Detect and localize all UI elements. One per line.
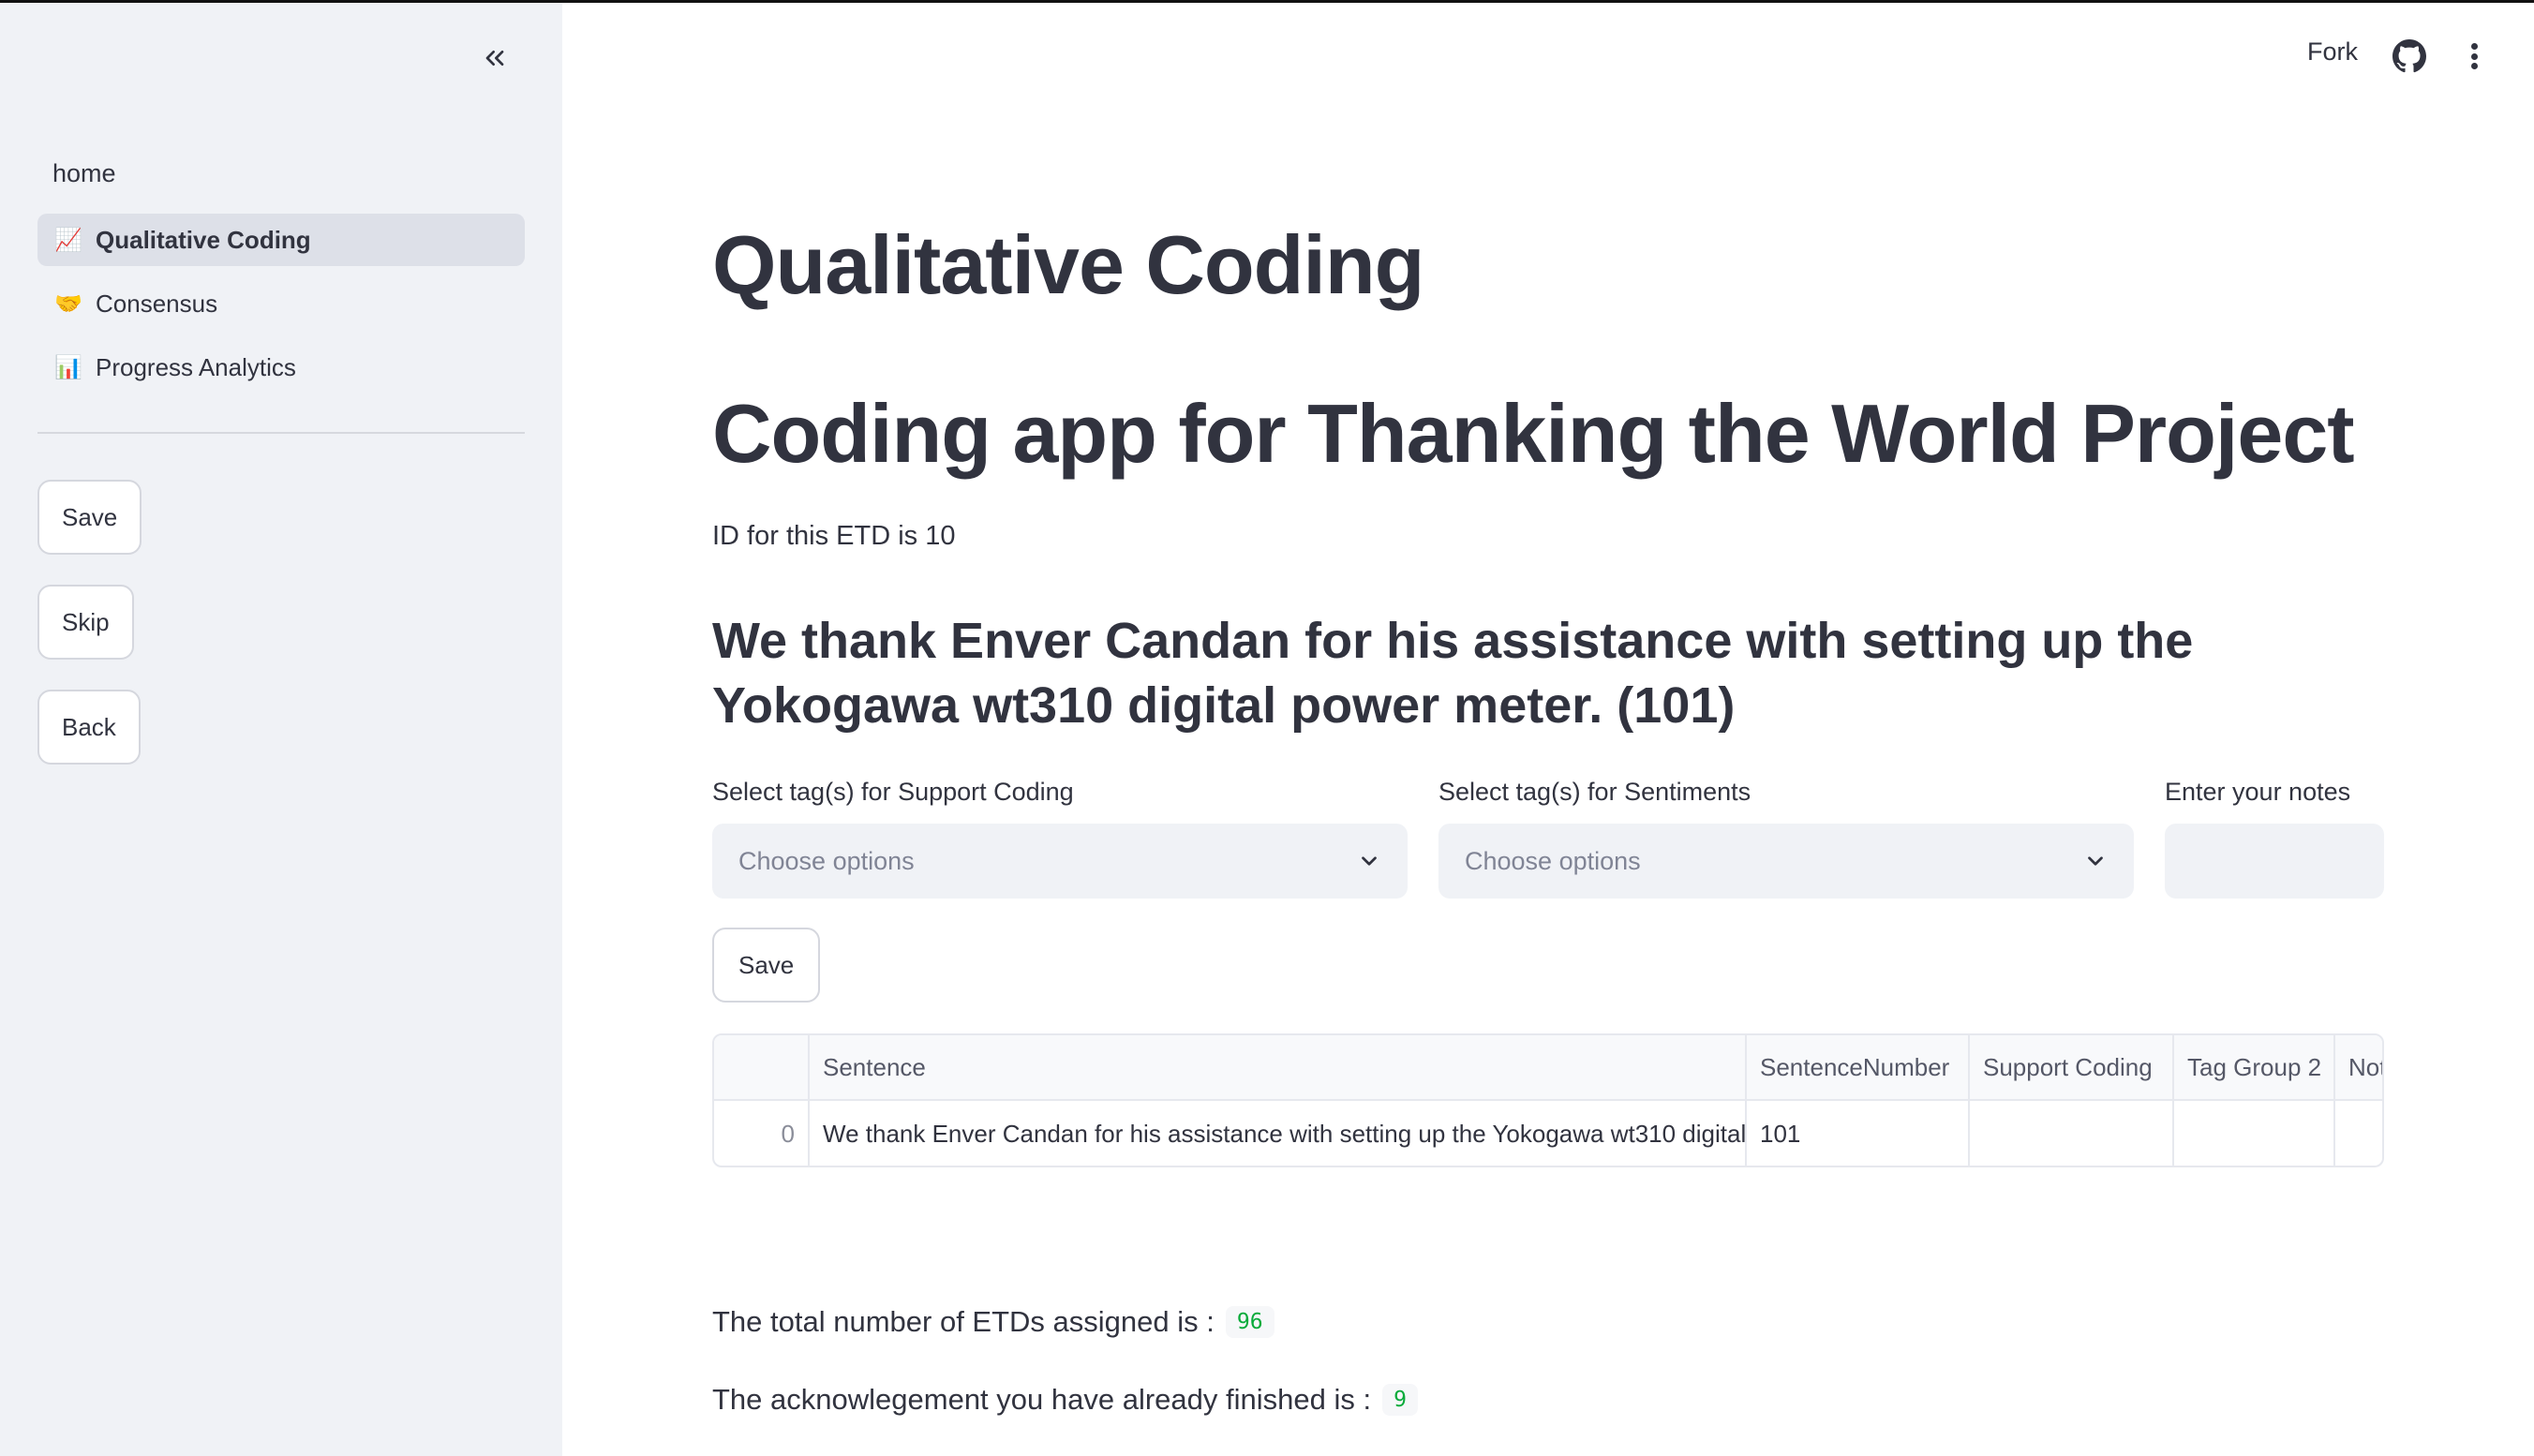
column-header-tag-group-2[interactable]: Tag Group 2 bbox=[2174, 1035, 2335, 1099]
sentiments-label: Select tag(s) for Sentiments bbox=[1438, 778, 1751, 806]
chevron-down-icon bbox=[1362, 856, 1377, 866]
fork-link[interactable]: Fork bbox=[2307, 37, 2358, 67]
cell-notes[interactable] bbox=[2335, 1101, 2382, 1166]
column-header-support-coding[interactable]: Support Coding bbox=[1970, 1035, 2174, 1099]
sidebar-nav: home 📈 Qualitative Coding 🤝 Consensus 📊 … bbox=[37, 152, 525, 405]
finished-value: 9 bbox=[1382, 1384, 1418, 1416]
sidebar-back-button[interactable]: Back bbox=[37, 690, 141, 765]
column-header-sentence[interactable]: Sentence bbox=[810, 1035, 1747, 1099]
sentence-heading: We thank Enver Candan for his assistance… bbox=[712, 613, 2194, 734]
chart-increasing-icon: 📈 bbox=[54, 227, 82, 253]
collapse-sidebar-button[interactable] bbox=[474, 37, 515, 79]
sidebar-item-label: Consensus bbox=[96, 289, 218, 318]
column-header-sentence-number[interactable]: SentenceNumber bbox=[1747, 1035, 1970, 1099]
notes-input[interactable] bbox=[2165, 824, 2384, 899]
sidebar-item-progress-analytics[interactable]: 📊 Progress Analytics bbox=[37, 341, 525, 394]
save-button[interactable]: Save bbox=[712, 928, 821, 1003]
sidebar-item-home[interactable]: home bbox=[37, 152, 525, 195]
support-coding-label: Select tag(s) for Support Coding bbox=[712, 778, 1074, 806]
cell-sentence-number[interactable]: 101 bbox=[1747, 1101, 1970, 1166]
support-coding-placeholder: Choose options bbox=[738, 846, 915, 875]
notes-label: Enter your notes bbox=[2165, 778, 2351, 806]
menu-dot bbox=[2470, 63, 2478, 69]
page-subtitle: Coding app for Thanking the World Projec… bbox=[712, 387, 2355, 480]
sidebar-item-consensus[interactable]: 🤝 Consensus bbox=[37, 277, 525, 330]
chevron-down-icon bbox=[2088, 856, 2103, 866]
page-title: Qualitative Coding bbox=[712, 218, 1424, 311]
sidebar-item-label: Progress Analytics bbox=[96, 352, 296, 381]
sidebar-divider bbox=[37, 432, 525, 434]
total-etds-label: The total number of ETDs assigned is : bbox=[712, 1305, 1215, 1338]
table-row[interactable]: 0 We thank Enver Candan for his assistan… bbox=[714, 1101, 2382, 1166]
top-accent-line bbox=[0, 0, 2534, 3]
total-etds-value: 96 bbox=[1225, 1306, 1274, 1338]
table-header-row: Sentence SentenceNumber Support Coding T… bbox=[714, 1035, 2382, 1101]
menu-dot bbox=[2470, 43, 2478, 50]
double-chevron-left-icon bbox=[485, 50, 504, 66]
data-table[interactable]: Sentence SentenceNumber Support Coding T… bbox=[712, 1033, 2384, 1167]
sidebar-skip-button[interactable]: Skip bbox=[37, 585, 134, 660]
sidebar-item-qualitative-coding[interactable]: 📈 Qualitative Coding bbox=[37, 214, 525, 266]
bar-chart-icon: 📊 bbox=[54, 354, 82, 380]
sidebar: home 📈 Qualitative Coding 🤝 Consensus 📊 … bbox=[0, 0, 562, 1456]
finished-label: The acknowlegement you have already fini… bbox=[712, 1383, 1372, 1416]
sentiments-placeholder: Choose options bbox=[1465, 846, 1641, 875]
cell-sentence[interactable]: We thank Enver Candan for his assistance… bbox=[810, 1101, 1747, 1166]
kebab-menu-icon[interactable] bbox=[2457, 39, 2491, 73]
sentiments-select[interactable]: Choose options bbox=[1438, 824, 2134, 899]
handshake-icon: 🤝 bbox=[54, 290, 82, 317]
row-index: 0 bbox=[714, 1101, 810, 1166]
sidebar-item-label: Qualitative Coding bbox=[96, 225, 311, 254]
cell-tag-group-2[interactable] bbox=[2174, 1101, 2335, 1166]
finished-line: The acknowlegement you have already fini… bbox=[712, 1383, 1418, 1417]
github-icon[interactable] bbox=[2392, 39, 2426, 73]
etd-id-text: ID for this ETD is 10 bbox=[712, 521, 956, 551]
support-coding-select[interactable]: Choose options bbox=[712, 824, 1408, 899]
cell-support-coding[interactable] bbox=[1970, 1101, 2174, 1166]
total-etds-line: The total number of ETDs assigned is : 9… bbox=[712, 1305, 1274, 1339]
column-header-notes[interactable]: Not bbox=[2335, 1035, 2382, 1099]
column-header-index bbox=[714, 1035, 810, 1099]
menu-dot bbox=[2470, 52, 2478, 60]
sidebar-save-button[interactable]: Save bbox=[37, 480, 142, 555]
